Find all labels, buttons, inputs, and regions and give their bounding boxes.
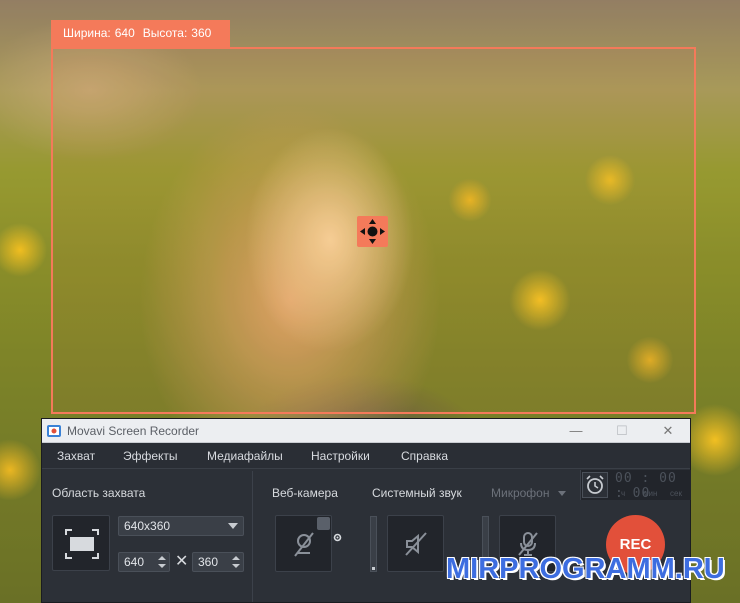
width-value: 640 <box>114 26 135 40</box>
capture-area-label: Область захвата <box>52 486 146 500</box>
system-sound-level-meter <box>370 516 377 572</box>
height-value: 360 <box>191 26 212 40</box>
menu-bar: Захват Эффекты Медиафайлы Настройки Спра… <box>42 443 690 469</box>
chevron-down-icon <box>228 523 238 529</box>
select-area-button[interactable] <box>52 515 110 571</box>
timer-unit-minutes: мин <box>643 489 658 498</box>
window-title: Movavi Screen Recorder <box>67 424 200 438</box>
timer-unit-seconds: сек <box>670 489 682 498</box>
system-sound-toggle-button[interactable] <box>387 515 444 572</box>
system-sound-label: Системный звук <box>372 486 462 500</box>
timer-unit-hours: ч <box>621 489 626 498</box>
resolution-value: 640x360 <box>124 519 171 533</box>
section-divider <box>252 471 253 602</box>
stepper-arrows-icon[interactable] <box>232 555 240 569</box>
webcam-label: Веб-камера <box>272 486 338 500</box>
menu-settings[interactable]: Настройки <box>311 443 370 469</box>
speaker-off-icon <box>405 532 427 556</box>
gear-icon[interactable] <box>317 517 342 542</box>
microphone-dropdown-icon[interactable] <box>558 491 566 496</box>
height-stepper[interactable]: 360 <box>192 552 244 572</box>
microphone-label[interactable]: Микрофон <box>491 486 549 500</box>
menu-help[interactable]: Справка <box>401 443 448 469</box>
move-handle-icon[interactable] <box>357 216 388 247</box>
title-bar[interactable]: Movavi Screen Recorder — ☐ ✕ <box>42 419 690 443</box>
capture-size-label: Ширина: 640 Высота: 360 <box>51 20 230 47</box>
stepper-arrows-icon[interactable] <box>158 555 166 569</box>
area-frame-icon <box>65 529 99 559</box>
menu-capture[interactable]: Захват <box>57 443 95 469</box>
menu-media[interactable]: Медиафайлы <box>207 443 283 469</box>
width-stepper[interactable]: 640 <box>118 552 170 572</box>
resolution-select[interactable]: 640x360 <box>118 516 244 536</box>
watermark-text: MIRPROGRAMM.RU <box>446 553 725 585</box>
alarm-clock-icon[interactable] <box>582 472 608 498</box>
minimize-button[interactable]: — <box>553 419 599 443</box>
height-input-value: 360 <box>198 555 219 569</box>
width-label: Ширина: <box>63 26 111 40</box>
menu-effects[interactable]: Эффекты <box>123 443 178 469</box>
maximize-button[interactable]: ☐ <box>599 419 645 443</box>
webcam-toggle-button[interactable] <box>275 515 342 572</box>
close-button[interactable]: ✕ <box>645 419 691 443</box>
width-input-value: 640 <box>124 555 145 569</box>
webcam-off-icon <box>294 532 314 557</box>
height-label: Высота: <box>142 26 188 40</box>
times-icon: ✕ <box>175 553 189 570</box>
app-logo-icon <box>47 425 61 437</box>
